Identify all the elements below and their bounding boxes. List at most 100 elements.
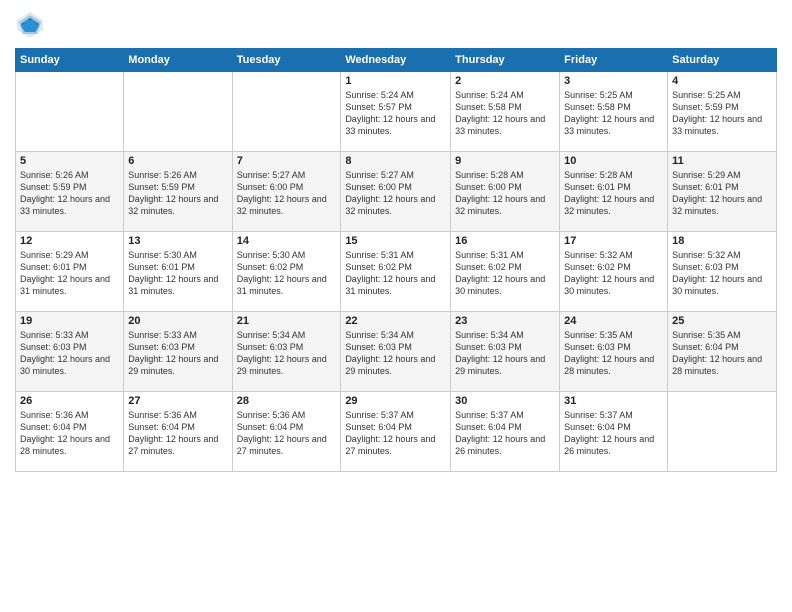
day-number: 22 <box>345 315 446 327</box>
calendar-day-cell: 20 Sunrise: 5:33 AM Sunset: 6:03 PM Dayli… <box>124 312 232 392</box>
calendar-day-cell: 25 Sunrise: 5:35 AM Sunset: 6:04 PM Dayli… <box>668 312 777 392</box>
calendar-week-row: 26 Sunrise: 5:36 AM Sunset: 6:04 PM Dayli… <box>16 392 777 472</box>
day-info: Sunrise: 5:26 AM Sunset: 5:59 PM Dayligh… <box>128 169 227 218</box>
day-info: Sunrise: 5:29 AM Sunset: 6:01 PM Dayligh… <box>672 169 772 218</box>
calendar-day-cell: 14Sunrise: 5:30 AM Sunset: 6:02 PM Dayli… <box>232 232 341 312</box>
day-info: Sunrise: 5:28 AM Sunset: 6:01 PM Dayligh… <box>564 169 663 218</box>
day-info: Sunrise: 5:32 AM Sunset: 6:03 PM Dayligh… <box>672 249 772 298</box>
logo-icon <box>15 10 45 40</box>
calendar-day-cell: 22 Sunrise: 5:34 AM Sunset: 6:03 PM Dayli… <box>341 312 451 392</box>
header <box>15 10 777 40</box>
day-number: 16 <box>455 235 555 247</box>
calendar-day-cell: 3 Sunrise: 5:25 AM Sunset: 5:58 PM Daylig… <box>560 72 668 152</box>
day-number: 9 <box>455 155 555 167</box>
day-number: 4 <box>672 75 772 87</box>
day-info: Sunrise: 5:34 AM Sunset: 6:03 PM Dayligh… <box>237 329 337 378</box>
day-info: Sunrise: 5:28 AM Sunset: 6:00 PM Dayligh… <box>455 169 555 218</box>
day-info: Sunrise: 5:37 AM Sunset: 6:04 PM Dayligh… <box>345 409 446 458</box>
day-info: Sunrise: 5:24 AM Sunset: 5:57 PM Dayligh… <box>345 89 446 138</box>
day-info: Sunrise: 5:34 AM Sunset: 6:03 PM Dayligh… <box>455 329 555 378</box>
calendar-day-cell <box>668 392 777 472</box>
day-info: Sunrise: 5:33 AM Sunset: 6:03 PM Dayligh… <box>128 329 227 378</box>
weekday-header: Tuesday <box>232 49 341 72</box>
day-number: 12 <box>20 235 119 247</box>
day-info: Sunrise: 5:37 AM Sunset: 6:04 PM Dayligh… <box>455 409 555 458</box>
day-info: Sunrise: 5:27 AM Sunset: 6:00 PM Dayligh… <box>345 169 446 218</box>
day-info: Sunrise: 5:36 AM Sunset: 6:04 PM Dayligh… <box>128 409 227 458</box>
calendar-day-cell: 7 Sunrise: 5:27 AM Sunset: 6:00 PM Daylig… <box>232 152 341 232</box>
weekday-header: Thursday <box>451 49 560 72</box>
calendar-day-cell: 29 Sunrise: 5:37 AM Sunset: 6:04 PM Dayli… <box>341 392 451 472</box>
weekday-header: Sunday <box>16 49 124 72</box>
day-number: 11 <box>672 155 772 167</box>
calendar-day-cell: 9 Sunrise: 5:28 AM Sunset: 6:00 PM Daylig… <box>451 152 560 232</box>
day-info: Sunrise: 5:25 AM Sunset: 5:59 PM Dayligh… <box>672 89 772 138</box>
day-number: 10 <box>564 155 663 167</box>
day-number: 31 <box>564 395 663 407</box>
day-info: Sunrise: 5:27 AM Sunset: 6:00 PM Dayligh… <box>237 169 337 218</box>
day-number: 21 <box>237 315 337 327</box>
day-number: 2 <box>455 75 555 87</box>
calendar-day-cell: 2 Sunrise: 5:24 AM Sunset: 5:58 PM Daylig… <box>451 72 560 152</box>
calendar-day-cell: 18 Sunrise: 5:32 AM Sunset: 6:03 PM Dayli… <box>668 232 777 312</box>
calendar-week-row: 5Sunrise: 5:26 AM Sunset: 5:59 PM Daylig… <box>16 152 777 232</box>
day-info: Sunrise: 5:35 AM Sunset: 6:04 PM Dayligh… <box>672 329 772 378</box>
day-number: 29 <box>345 395 446 407</box>
day-info: Sunrise: 5:34 AM Sunset: 6:03 PM Dayligh… <box>345 329 446 378</box>
day-info: Sunrise: 5:37 AM Sunset: 6:04 PM Dayligh… <box>564 409 663 458</box>
weekday-header: Monday <box>124 49 232 72</box>
calendar-day-cell: 26 Sunrise: 5:36 AM Sunset: 6:04 PM Dayli… <box>16 392 124 472</box>
calendar-week-row: 1Sunrise: 5:24 AM Sunset: 5:57 PM Daylig… <box>16 72 777 152</box>
calendar-day-cell <box>232 72 341 152</box>
day-info: Sunrise: 5:26 AM Sunset: 5:59 PM Dayligh… <box>20 169 119 218</box>
calendar-day-cell <box>16 72 124 152</box>
calendar-day-cell: 12 Sunrise: 5:29 AM Sunset: 6:01 PM Dayli… <box>16 232 124 312</box>
day-number: 8 <box>345 155 446 167</box>
calendar-day-cell: 19Sunrise: 5:33 AM Sunset: 6:03 PM Dayli… <box>16 312 124 392</box>
day-number: 14 <box>237 235 337 247</box>
weekday-header: Wednesday <box>341 49 451 72</box>
day-number: 13 <box>128 235 227 247</box>
calendar-day-cell: 30 Sunrise: 5:37 AM Sunset: 6:04 PM Dayli… <box>451 392 560 472</box>
day-number: 28 <box>237 395 337 407</box>
page-container: SundayMondayTuesdayWednesdayThursdayFrid… <box>0 0 792 612</box>
calendar-day-cell: 31 Sunrise: 5:37 AM Sunset: 6:04 PM Dayli… <box>560 392 668 472</box>
calendar-day-cell <box>124 72 232 152</box>
calendar-day-cell: 1Sunrise: 5:24 AM Sunset: 5:57 PM Daylig… <box>341 72 451 152</box>
day-number: 7 <box>237 155 337 167</box>
day-number: 26 <box>20 395 119 407</box>
calendar-day-cell: 13Sunrise: 5:30 AM Sunset: 6:01 PM Dayli… <box>124 232 232 312</box>
calendar-day-cell: 17 Sunrise: 5:32 AM Sunset: 6:02 PM Dayli… <box>560 232 668 312</box>
day-number: 6 <box>128 155 227 167</box>
calendar-week-row: 19Sunrise: 5:33 AM Sunset: 6:03 PM Dayli… <box>16 312 777 392</box>
day-info: Sunrise: 5:31 AM Sunset: 6:02 PM Dayligh… <box>345 249 446 298</box>
logo <box>15 10 49 40</box>
day-info: Sunrise: 5:33 AM Sunset: 6:03 PM Dayligh… <box>20 329 119 378</box>
calendar-day-cell: 28Sunrise: 5:36 AM Sunset: 6:04 PM Dayli… <box>232 392 341 472</box>
day-number: 17 <box>564 235 663 247</box>
day-number: 25 <box>672 315 772 327</box>
day-number: 15 <box>345 235 446 247</box>
calendar-day-cell: 21 Sunrise: 5:34 AM Sunset: 6:03 PM Dayli… <box>232 312 341 392</box>
day-info: Sunrise: 5:29 AM Sunset: 6:01 PM Dayligh… <box>20 249 119 298</box>
day-info: Sunrise: 5:35 AM Sunset: 6:03 PM Dayligh… <box>564 329 663 378</box>
calendar-day-cell: 16Sunrise: 5:31 AM Sunset: 6:02 PM Dayli… <box>451 232 560 312</box>
day-number: 20 <box>128 315 227 327</box>
day-number: 30 <box>455 395 555 407</box>
calendar-day-cell: 8 Sunrise: 5:27 AM Sunset: 6:00 PM Daylig… <box>341 152 451 232</box>
day-info: Sunrise: 5:25 AM Sunset: 5:58 PM Dayligh… <box>564 89 663 138</box>
day-number: 3 <box>564 75 663 87</box>
day-number: 18 <box>672 235 772 247</box>
calendar-day-cell: 6 Sunrise: 5:26 AM Sunset: 5:59 PM Daylig… <box>124 152 232 232</box>
day-number: 23 <box>455 315 555 327</box>
weekday-header: Saturday <box>668 49 777 72</box>
weekday-header: Friday <box>560 49 668 72</box>
calendar-week-row: 12 Sunrise: 5:29 AM Sunset: 6:01 PM Dayli… <box>16 232 777 312</box>
day-info: Sunrise: 5:36 AM Sunset: 6:04 PM Dayligh… <box>20 409 119 458</box>
calendar-day-cell: 11 Sunrise: 5:29 AM Sunset: 6:01 PM Dayli… <box>668 152 777 232</box>
calendar-day-cell: 15 Sunrise: 5:31 AM Sunset: 6:02 PM Dayli… <box>341 232 451 312</box>
calendar-day-cell: 23 Sunrise: 5:34 AM Sunset: 6:03 PM Dayli… <box>451 312 560 392</box>
day-info: Sunrise: 5:24 AM Sunset: 5:58 PM Dayligh… <box>455 89 555 138</box>
day-info: Sunrise: 5:32 AM Sunset: 6:02 PM Dayligh… <box>564 249 663 298</box>
calendar-header-row: SundayMondayTuesdayWednesdayThursdayFrid… <box>16 49 777 72</box>
